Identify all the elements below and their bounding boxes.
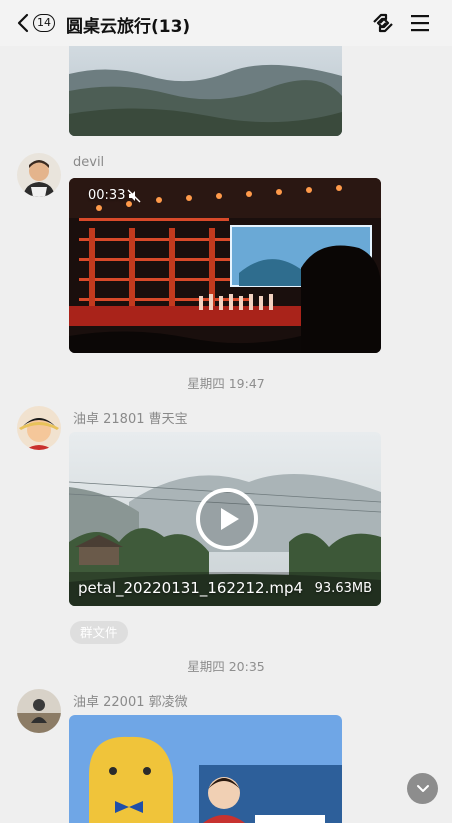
- landscape-image[interactable]: [69, 36, 342, 136]
- timestamp: 星期四 20:35: [187, 659, 265, 674]
- chevron-down-icon: [416, 784, 429, 792]
- video-message[interactable]: 00:33: [69, 178, 381, 353]
- video-duration: 00:33: [88, 188, 126, 203]
- timestamp: 星期四 19:47: [187, 376, 265, 391]
- unread-count-badge: 14: [33, 14, 55, 32]
- mute-icon: [127, 189, 141, 203]
- scroll-to-bottom-button[interactable]: [407, 773, 438, 804]
- file-name: petal_20220131_162212.mp4: [78, 579, 304, 597]
- sender-name: 油卓 22001 郭凌微: [73, 695, 188, 710]
- link-icon[interactable]: [370, 10, 396, 36]
- avatar[interactable]: [17, 153, 61, 197]
- hamburger-menu-icon[interactable]: [408, 10, 434, 36]
- sender-name: 油卓 21801 曹天宝: [73, 412, 188, 427]
- avatar[interactable]: [17, 689, 61, 733]
- file-size: 93.63MB: [314, 581, 372, 596]
- play-icon[interactable]: [195, 487, 259, 551]
- group-title: 圆桌云旅行(13): [66, 17, 191, 37]
- video-file-message[interactable]: petal_20220131_162212.mp4 93.63MB: [69, 432, 381, 606]
- chevron-left-icon: [17, 13, 29, 33]
- back-button[interactable]: 14: [16, 11, 56, 35]
- sender-name: devil: [73, 155, 105, 170]
- image-message[interactable]: [69, 715, 342, 823]
- chat-header: 14 圆桌云旅行(13): [0, 0, 452, 46]
- avatar[interactable]: [17, 406, 61, 450]
- group-file-tag[interactable]: 群文件: [70, 621, 128, 644]
